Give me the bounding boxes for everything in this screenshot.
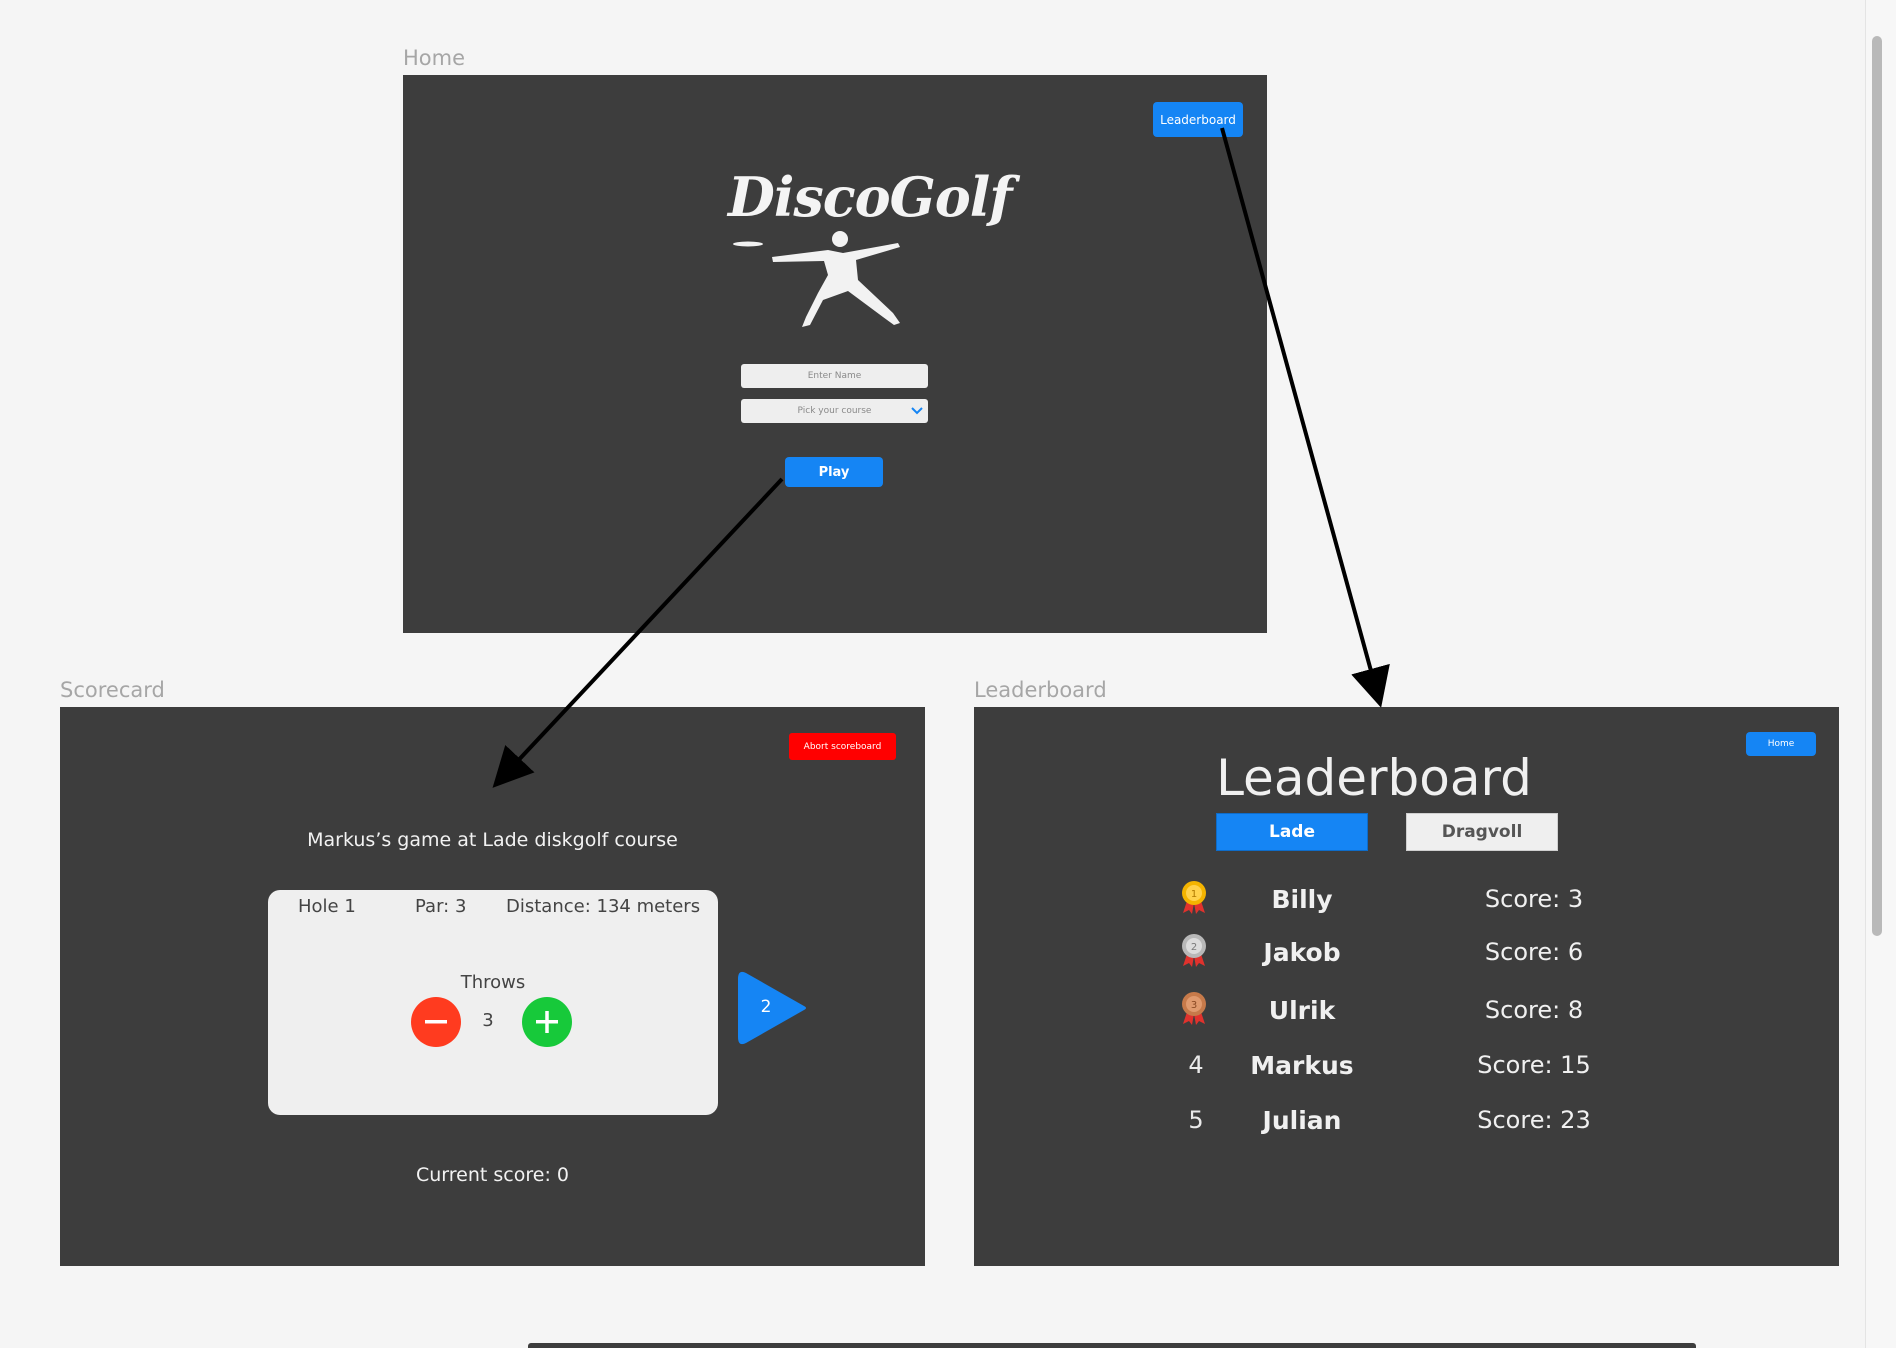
course-select[interactable]: Pick your course — [741, 399, 928, 423]
increase-throws-button[interactable] — [522, 997, 572, 1047]
throws-label: Throws — [460, 972, 526, 993]
player-score: Score: 15 — [1477, 1051, 1591, 1079]
svg-text:2: 2 — [1191, 942, 1197, 953]
player-name: Billy — [1271, 885, 1333, 914]
scorecard-frame: Abort scoreboard Markus’s game at Lade d… — [60, 707, 925, 1266]
frame-label-scorecard: Scorecard — [60, 678, 165, 702]
bottom-frame-edge — [528, 1343, 1696, 1348]
leaderboard-row: 5 Julian Score: 23 — [974, 1104, 1839, 1154]
frame-label-leaderboard: Leaderboard — [974, 678, 1107, 702]
player-name: Ulrik — [1268, 996, 1336, 1025]
svg-text:3: 3 — [1191, 1000, 1197, 1011]
player-name: Julian — [1262, 1106, 1342, 1135]
player-name: Markus — [1250, 1051, 1354, 1080]
leaderboard-button[interactable]: Leaderboard — [1153, 102, 1243, 137]
throws-value: 3 — [482, 1010, 494, 1031]
next-hole-button[interactable]: 2 — [738, 969, 808, 1047]
player-score: Score: 23 — [1477, 1106, 1591, 1134]
hole-par: Par: 3 — [415, 896, 467, 917]
leaderboard-row: 3 Ulrik Score: 8 — [974, 990, 1839, 1040]
disc-thrower-icon — [733, 231, 900, 327]
decrease-throws-button[interactable] — [411, 997, 461, 1047]
tab-dragvoll[interactable]: Dragvoll — [1406, 813, 1558, 851]
hole-distance: Distance: 134 meters — [506, 896, 701, 917]
leaderboard-title: Leaderboard — [1216, 749, 1532, 807]
minus-icon — [425, 1020, 447, 1024]
svg-text:1: 1 — [1191, 889, 1197, 900]
game-title: Markus’s game at Lade diskgolf course — [307, 829, 678, 851]
vertical-scrollbar[interactable] — [1865, 0, 1896, 1348]
scrollbar-thumb[interactable] — [1872, 36, 1882, 936]
leaderboard-frame: Home Leaderboard Lade Dragvoll 1 Billy S… — [974, 707, 1839, 1266]
next-hole-number: 2 — [760, 997, 772, 1017]
logo-text: DiscoGolf — [728, 165, 1013, 229]
course-select-value: Pick your course — [797, 406, 872, 416]
leaderboard-row: 4 Markus Score: 15 — [974, 1049, 1839, 1099]
name-input[interactable]: Enter Name — [741, 364, 928, 388]
hole-card: Hole 1 Par: 3 Distance: 134 meters Throw… — [268, 890, 718, 1115]
current-score: Current score: 0 — [416, 1164, 569, 1186]
leaderboard-row: 1 Billy Score: 3 — [974, 879, 1839, 929]
player-score: Score: 6 — [1484, 938, 1584, 966]
player-score: Score: 8 — [1484, 996, 1584, 1024]
hole-number: Hole 1 — [298, 896, 356, 917]
player-name: Jakob — [1263, 938, 1341, 967]
abort-scoreboard-button[interactable]: Abort scoreboard — [789, 733, 896, 760]
chevron-down-icon — [911, 407, 923, 415]
play-button[interactable]: Play — [785, 457, 883, 487]
plus-icon — [536, 1011, 558, 1033]
frame-label-home: Home — [403, 46, 466, 70]
home-frame: Leaderboard DiscoGolf Enter Name Pick yo… — [403, 75, 1267, 633]
leaderboard-row: 2 Jakob Score: 6 — [974, 932, 1839, 982]
tab-lade[interactable]: Lade — [1216, 813, 1368, 851]
player-score: Score: 3 — [1484, 885, 1584, 913]
